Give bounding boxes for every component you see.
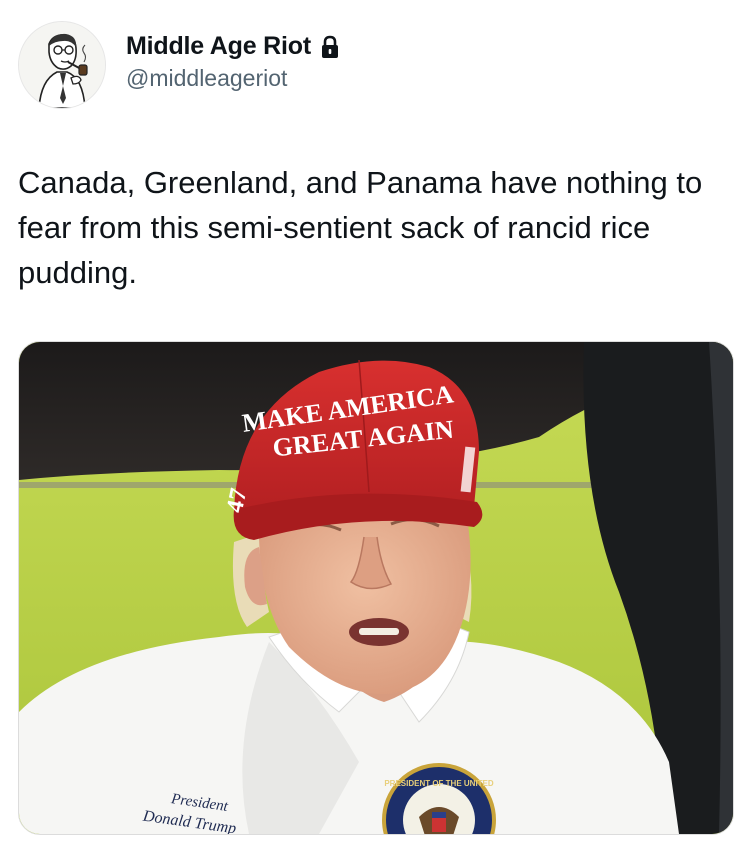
photo-illustration: MAKE AMERICA GREAT AGAIN 47 President Do… [19,342,733,834]
avatar[interactable] [18,21,106,109]
author-names: Middle Age Riot @middleageriot [126,32,340,92]
tweet-photo[interactable]: MAKE AMERICA GREAT AGAIN 47 President Do… [18,341,734,835]
tweet-card: Middle Age Riot @middleageriot Canada, G… [0,0,750,848]
seal-text: PRESIDENT OF THE UNITED [384,779,494,788]
avatar-man-with-pipe-icon [19,22,105,108]
display-name[interactable]: Middle Age Riot [126,32,311,61]
author-handle[interactable]: @middleageriot [126,65,340,92]
tweet-text: Canada, Greenland, and Panama have nothi… [18,165,711,290]
tweet-header: Middle Age Riot @middleageriot [18,20,340,110]
display-name-row: Middle Age Riot [126,32,340,61]
lock-icon [320,35,340,59]
